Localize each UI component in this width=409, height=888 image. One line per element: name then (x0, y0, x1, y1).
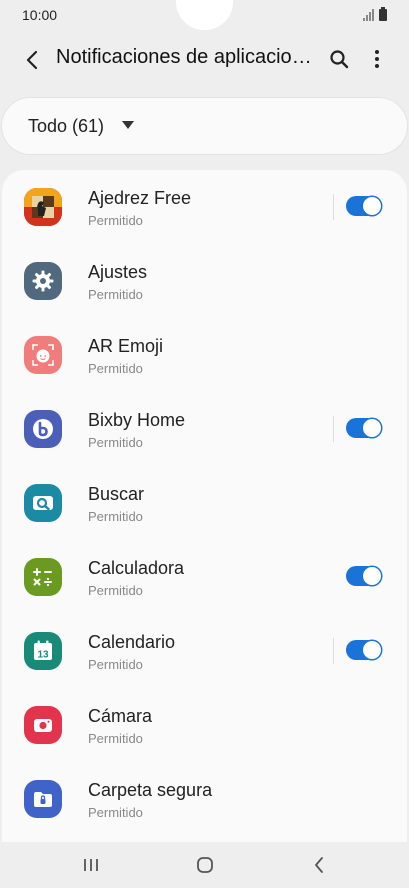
app-bar: Notificaciones de aplicaciones (0, 32, 409, 88)
status-time: 10:00 (22, 7, 58, 23)
navigation-bar (0, 842, 409, 888)
app-name: Ajedrez Free (88, 188, 192, 208)
chevron-left-icon (26, 50, 38, 70)
caret-down-icon (122, 121, 134, 129)
home-icon (197, 857, 213, 873)
search-button[interactable] (326, 46, 352, 72)
recent-apps-icon (84, 859, 98, 871)
divider (333, 638, 334, 664)
secure-folder-icon (24, 780, 62, 818)
app-status: Permitido (88, 361, 143, 376)
more-vertical-icon (375, 50, 379, 68)
app-status: Permitido (88, 435, 143, 450)
system-back-button[interactable] (304, 852, 334, 878)
list-item-buscar[interactable]: Buscar Permitido (2, 466, 407, 540)
calculator-icon (24, 558, 62, 596)
settings-gear-icon (24, 262, 62, 300)
notification-toggle[interactable] (346, 566, 382, 586)
home-button[interactable] (190, 852, 220, 878)
camera-icon (24, 706, 62, 744)
list-item-calendario[interactable]: 13 Calendario Permitido (2, 614, 407, 688)
calendar-icon: 13 (24, 632, 62, 670)
app-name: AR Emoji (88, 336, 164, 356)
app-name: Calendario (88, 632, 176, 652)
app-list: Ajedrez Free Permitido Ajustes Permitido… (2, 170, 407, 842)
filter-label: Todo (61) (28, 116, 105, 136)
filter-dropdown[interactable]: Todo (61) (2, 98, 407, 154)
camera-notch (176, 0, 233, 30)
list-item-bixby-home[interactable]: Bixby Home Permitido (2, 392, 407, 466)
divider (333, 194, 334, 220)
search-icon (330, 50, 349, 69)
app-name: Calculadora (88, 558, 185, 578)
page-title: Notificaciones de aplicaciones (56, 46, 312, 68)
toggle-knob (363, 419, 381, 437)
app-status: Permitido (88, 731, 143, 746)
app-status: Permitido (88, 287, 143, 302)
app-status: Permitido (88, 805, 143, 820)
toggle-knob (363, 641, 381, 659)
battery-icon (379, 7, 387, 21)
back-arrow-icon (315, 857, 323, 873)
notification-toggle[interactable] (346, 640, 382, 660)
notification-toggle[interactable] (346, 196, 382, 216)
app-name: Cámara (88, 706, 153, 726)
ar-emoji-face-icon (24, 336, 62, 374)
more-options-button[interactable] (366, 46, 388, 72)
chess-icon (24, 188, 62, 226)
app-status: Permitido (88, 657, 143, 672)
app-status: Permitido (88, 213, 143, 228)
divider (333, 416, 334, 442)
signal-icon (363, 9, 374, 21)
list-item-carpeta-segura[interactable]: Carpeta segura Permitido (2, 762, 407, 836)
list-item-camara[interactable]: Cámara Permitido (2, 688, 407, 762)
app-name: Bixby Home (88, 410, 186, 430)
app-name: Ajustes (88, 262, 148, 282)
calendar-day-label: 13 (37, 650, 49, 661)
app-status: Permitido (88, 509, 143, 524)
bixby-icon (24, 410, 62, 448)
find-search-icon (24, 484, 62, 522)
app-name: Carpeta segura (88, 780, 213, 800)
notification-toggle[interactable] (346, 418, 382, 438)
back-button[interactable] (18, 46, 46, 74)
app-name: Buscar (88, 484, 145, 504)
list-item-ajustes[interactable]: Ajustes Permitido (2, 244, 407, 318)
app-status: Permitido (88, 583, 143, 598)
recent-apps-button[interactable] (76, 852, 106, 878)
list-item-ajedrez-free[interactable]: Ajedrez Free Permitido (2, 170, 407, 244)
list-item-ar-emoji[interactable]: AR Emoji Permitido (2, 318, 407, 392)
status-bar: 10:00 (0, 0, 409, 32)
toggle-knob (363, 197, 381, 215)
list-item-calculadora[interactable]: Calculadora Permitido (2, 540, 407, 614)
toggle-knob (363, 567, 381, 585)
